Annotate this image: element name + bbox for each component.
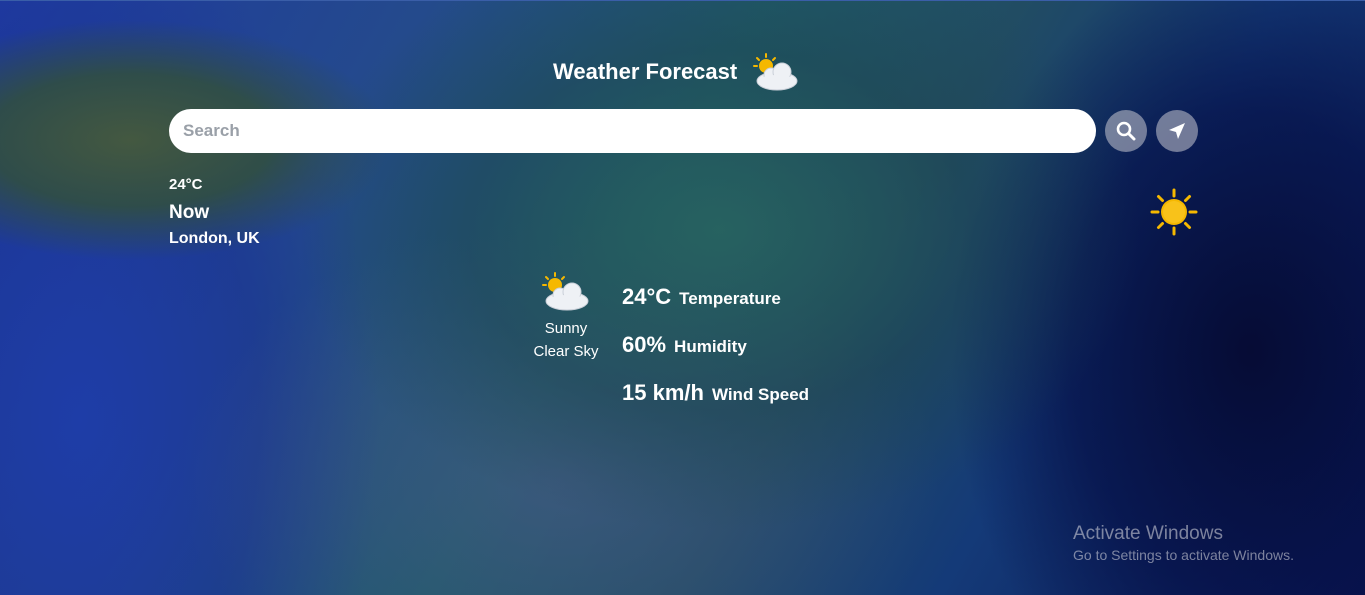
page-header: Weather Forecast: [553, 52, 801, 92]
current-location: London, UK: [169, 230, 260, 247]
condition-description: Clear Sky: [533, 343, 599, 360]
stat-value: 60%: [622, 332, 667, 357]
current-temperature: 24°C: [169, 176, 203, 193]
stat-humidity: 60% Humidity: [622, 332, 809, 380]
search-bar[interactable]: [169, 109, 1096, 153]
magnifier-icon: [1116, 121, 1136, 141]
stat-label: Temperature: [679, 289, 781, 308]
current-time-label: Now: [169, 202, 210, 223]
location-arrow-icon: [1169, 123, 1185, 139]
page-title: Weather Forecast: [553, 59, 738, 84]
weather-condition: Sunny Clear Sky: [528, 270, 604, 360]
current-location-button[interactable]: [1156, 110, 1198, 152]
stat-value: 15 km/h: [622, 380, 704, 405]
search-input[interactable]: [181, 120, 1084, 142]
condition-summary: Sunny: [544, 320, 588, 337]
activate-windows-watermark: Activate Windows Go to Settings to activ…: [1073, 523, 1294, 563]
stat-value: 24°C: [622, 284, 672, 309]
weather-stats: 24°C Temperature 60% Humidity 15 km/h Wi…: [622, 284, 809, 428]
stat-label: Wind Speed: [711, 385, 810, 404]
stat-temperature: 24°C Temperature: [622, 284, 809, 332]
stat-wind-speed: 15 km/h Wind Speed: [622, 380, 809, 428]
sun-behind-cloud-icon: [751, 52, 801, 92]
sun-icon: [1150, 188, 1198, 241]
window-top-border: [0, 0, 1365, 1]
search-button[interactable]: [1105, 110, 1147, 152]
watermark-subtitle: Go to Settings to activate Windows.: [1073, 547, 1294, 563]
current-weather-summary: 24°C Now London, UK: [169, 176, 260, 248]
stat-label: Humidity: [674, 337, 747, 356]
sun-behind-cloud-icon: [542, 272, 589, 311]
watermark-title: Activate Windows: [1073, 523, 1223, 544]
